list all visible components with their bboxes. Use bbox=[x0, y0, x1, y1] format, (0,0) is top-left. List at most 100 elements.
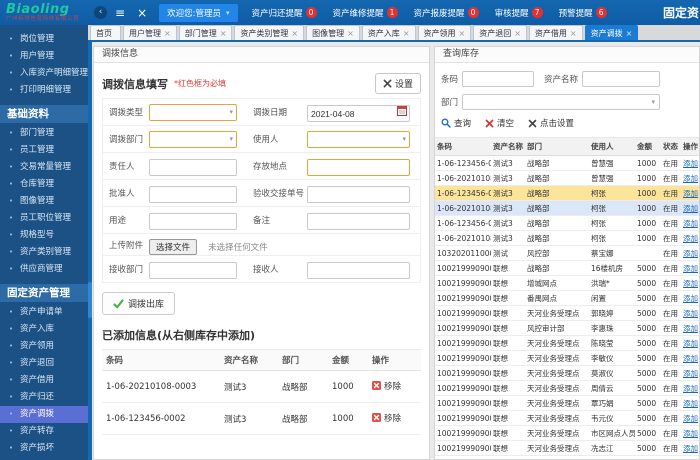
sidebar-item[interactable]: • 仓库管理 bbox=[0, 176, 88, 193]
sidebar-item[interactable]: • 资产损坏 bbox=[0, 440, 88, 457]
add-link[interactable]: 添加 bbox=[683, 174, 698, 183]
add-link[interactable]: 添加 bbox=[683, 309, 698, 318]
inventory-row[interactable]: 10021999090029 联想 天河业务受理点 市区网点人员 5000 在用… bbox=[435, 425, 699, 441]
sidebar-item[interactable]: • 部门管理 bbox=[0, 125, 88, 142]
sidebar-item[interactable]: • 资产入库 bbox=[0, 321, 88, 338]
settings-button[interactable]: 设置 bbox=[374, 73, 421, 94]
add-link[interactable]: 添加 bbox=[683, 399, 698, 408]
choose-file-button[interactable]: 选择文件 bbox=[149, 238, 198, 255]
remark-input[interactable] bbox=[307, 213, 410, 231]
sidebar-item[interactable]: • 资产退回 bbox=[0, 355, 88, 372]
tab[interactable]: 资产调拨 × bbox=[584, 25, 639, 40]
sidebar-item[interactable]: • 用户管理 bbox=[0, 48, 88, 65]
inventory-row[interactable]: 10021999090029 联想 天河业务受理点 覃巧娟 5000 在用 添加 bbox=[435, 395, 699, 411]
receive-dept-input[interactable] bbox=[149, 262, 237, 280]
remove-button[interactable]: 移除 bbox=[372, 380, 401, 392]
tab[interactable]: 资产入库 × bbox=[361, 25, 416, 40]
tab-close-icon[interactable]: × bbox=[164, 29, 171, 38]
tab[interactable]: 用户管理 × bbox=[123, 25, 177, 40]
hamburger-menu-icon[interactable]: ≡ bbox=[115, 6, 125, 20]
user-menu-button[interactable]: 欢迎您:管理员 ▾ bbox=[159, 3, 238, 22]
transfer-dept-select[interactable]: ▾ bbox=[149, 130, 237, 148]
notification-badge[interactable]: 资产报废提醒 0 bbox=[414, 7, 479, 19]
add-link[interactable]: 添加 bbox=[683, 219, 698, 228]
inventory-row[interactable]: 10320201100007 测试 风控部 蔡宝娜 在用 添加 bbox=[435, 245, 699, 261]
purpose-input[interactable] bbox=[149, 213, 237, 231]
add-link[interactable]: 添加 bbox=[683, 189, 698, 198]
asset-name-filter-input[interactable] bbox=[582, 71, 661, 87]
add-link[interactable]: 添加 bbox=[683, 279, 698, 288]
collapse-handle[interactable] bbox=[88, 282, 92, 318]
tab[interactable]: 资产退回 × bbox=[473, 25, 527, 40]
sidebar-item[interactable]: • 岗位管理 bbox=[0, 31, 88, 48]
inventory-row[interactable]: 10021999090030 联想 天河业务受理点 莫淑仪 5000 在用 添加 bbox=[435, 365, 699, 381]
tab[interactable]: 图像管理 × bbox=[306, 25, 360, 40]
inventory-row[interactable]: 10021999090030 联想 天河业务受理点 周倩云 5000 在用 添加 bbox=[435, 380, 699, 396]
inventory-row[interactable]: 1-06-20210108-0 测试3 战略部 柯张 1000 在用 添加 bbox=[435, 230, 699, 246]
add-link[interactable]: 添加 bbox=[683, 294, 698, 303]
inventory-row[interactable]: 10021999090033 联想 番禺网点 闲置 5000 在用 添加 bbox=[435, 290, 699, 306]
add-link[interactable]: 添加 bbox=[683, 444, 698, 453]
add-link[interactable]: 添加 bbox=[683, 159, 698, 168]
inventory-row[interactable]: 10021999090030 联想 天河业务受理点 陈晓莹 5000 在用 添加 bbox=[435, 335, 699, 351]
click-settings-button[interactable]: 点击设置 bbox=[528, 117, 574, 129]
sidebar-item[interactable]: • 员工管理 bbox=[0, 142, 88, 159]
transfer-out-button[interactable]: 调拨出库 bbox=[102, 292, 176, 315]
notification-badge[interactable]: 预警提醒 6 bbox=[559, 7, 607, 19]
sidebar-item[interactable]: • 交易常量管理 bbox=[0, 159, 88, 176]
inventory-row[interactable]: 1-06-20210108-0 测试3 战略部 曾慧强 1000 在用 添加 bbox=[435, 170, 699, 186]
inventory-row[interactable]: 1-06-123456-000 测试3 战略部 曾慧强 1000 在用 添加 bbox=[435, 155, 699, 171]
tab-close-icon[interactable]: × bbox=[459, 29, 466, 38]
add-link[interactable]: 添加 bbox=[683, 249, 698, 258]
sidebar-item[interactable]: • 规格型号 bbox=[0, 227, 88, 244]
receiver-input[interactable] bbox=[307, 262, 410, 280]
tab-close-icon[interactable]: × bbox=[220, 29, 227, 38]
sidebar-item[interactable]: • 供应商管理 bbox=[0, 261, 88, 278]
user-select[interactable]: ▾ bbox=[307, 130, 410, 148]
collapse-sidebar-button[interactable]: ‹ bbox=[94, 6, 107, 19]
add-link[interactable]: 添加 bbox=[683, 264, 698, 273]
tab[interactable]: 资产类别管理 × bbox=[234, 25, 305, 40]
add-link[interactable]: 添加 bbox=[683, 204, 698, 213]
notification-badge[interactable]: 资产归还提醒 0 bbox=[252, 7, 317, 19]
transfer-type-select[interactable]: ▾ bbox=[149, 103, 237, 121]
inventory-row[interactable]: 1-06-20210108-0 测试3 战略部 柯张 1000 在用 添加 bbox=[435, 200, 699, 216]
inventory-row[interactable]: 1-06-123456-000 测试3 战略部 柯张 1000 在用 添加 bbox=[435, 185, 699, 201]
sidebar-item[interactable]: • 入库资产明细管理 bbox=[0, 65, 88, 82]
tab-close-icon[interactable]: × bbox=[403, 29, 410, 38]
add-link[interactable]: 添加 bbox=[683, 339, 698, 348]
add-link[interactable]: 添加 bbox=[683, 414, 698, 423]
tab[interactable]: 部门管理 × bbox=[178, 25, 233, 40]
receipt-no-input[interactable] bbox=[307, 186, 410, 204]
inventory-row[interactable]: 10021999090029 联想 天河业务受理点 冼志江 5000 在用 添加 bbox=[435, 440, 699, 456]
sidebar-item[interactable]: • 资产类别管理 bbox=[0, 244, 88, 261]
sidebar-item[interactable]: • 资产转存 bbox=[0, 423, 88, 440]
tab-close-icon[interactable]: × bbox=[347, 29, 354, 38]
inventory-row[interactable]: 10021999090031 联想 风控审计部 李惠珠 5000 在用 添加 bbox=[435, 320, 699, 336]
calendar-icon[interactable] bbox=[397, 105, 407, 116]
add-link[interactable]: 添加 bbox=[683, 429, 698, 438]
tab[interactable]: 首页 bbox=[90, 25, 121, 40]
department-filter-select[interactable]: ▾ bbox=[462, 94, 661, 110]
responsible-input[interactable] bbox=[149, 159, 237, 177]
inventory-row[interactable]: 10021999090033 联想 增城网点 洪瑞* 5000 在用 添加 bbox=[435, 275, 699, 291]
tab[interactable]: 资产领用 × bbox=[417, 25, 472, 40]
sidebar-item[interactable]: • 图像管理 bbox=[0, 193, 88, 210]
sidebar-item[interactable]: • 员工职位管理 bbox=[0, 210, 88, 227]
add-link[interactable]: 添加 bbox=[683, 324, 698, 333]
sidebar-item[interactable]: • 资产归还 bbox=[0, 389, 88, 406]
notification-badge[interactable]: 资产维修提醒 1 bbox=[333, 7, 398, 19]
add-link[interactable]: 添加 bbox=[683, 369, 698, 378]
inventory-row[interactable]: 10021999090031 联想 天河业务受理点 郭晓婷 5000 在用 添加 bbox=[435, 305, 699, 321]
approver-input[interactable] bbox=[149, 186, 237, 204]
close-icon[interactable]: × bbox=[137, 6, 147, 20]
add-link[interactable]: 添加 bbox=[683, 384, 698, 393]
sidebar-item[interactable]: • 资产调拨 bbox=[0, 406, 88, 423]
remove-button[interactable]: 移除 bbox=[372, 412, 401, 424]
search-button[interactable]: 查询 bbox=[441, 117, 471, 129]
tab-close-icon[interactable]: × bbox=[570, 29, 577, 38]
notification-badge[interactable]: 审核提醒 7 bbox=[495, 7, 543, 19]
tab-close-icon[interactable]: × bbox=[291, 29, 298, 38]
add-link[interactable]: 添加 bbox=[683, 354, 698, 363]
tab-close-icon[interactable]: × bbox=[626, 29, 633, 38]
